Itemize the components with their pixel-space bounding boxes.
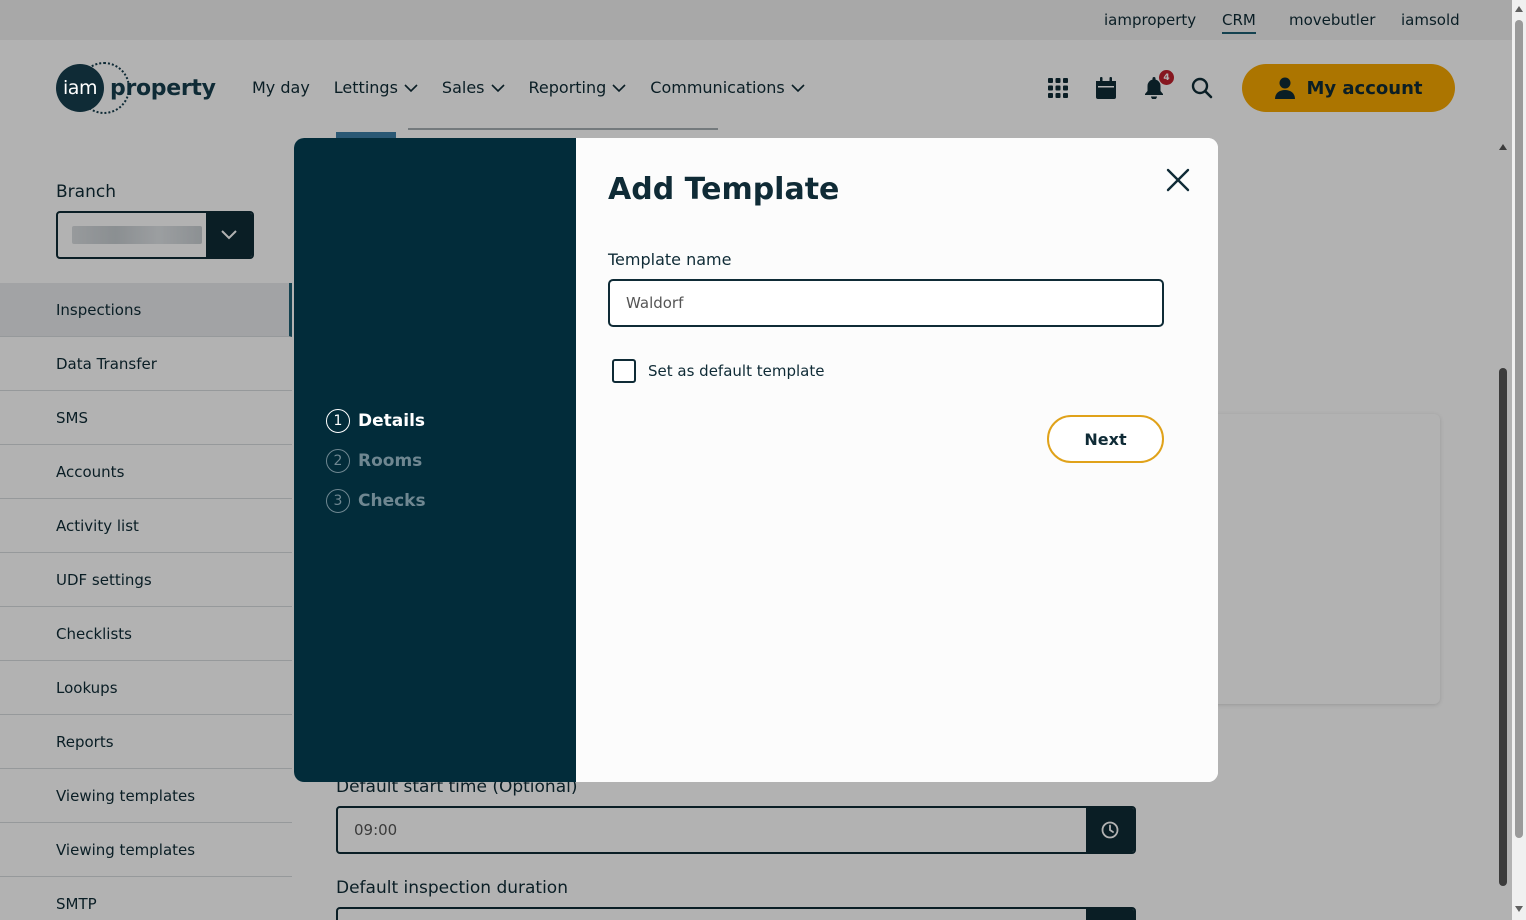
step-rooms: 2 Rooms bbox=[326, 449, 422, 473]
logo-circle: iam bbox=[56, 64, 104, 112]
step-number: 2 bbox=[326, 449, 350, 473]
add-template-modal: 1 Details 2 Rooms 3 Checks Add Template … bbox=[294, 138, 1218, 782]
step-number: 3 bbox=[326, 489, 350, 513]
step-checks: 3 Checks bbox=[326, 489, 426, 513]
next-button[interactable]: Next bbox=[1047, 415, 1164, 463]
step-details: 1 Details bbox=[326, 409, 425, 433]
step-label: Checks bbox=[358, 491, 426, 511]
scroll-up-icon[interactable] bbox=[1515, 4, 1523, 12]
step-label: Details bbox=[358, 411, 426, 431]
modal-form-panel: Add Template Template name Set as defaul… bbox=[576, 138, 1218, 782]
modal-steps-panel: 1 Details 2 Rooms 3 Checks bbox=[294, 138, 576, 782]
default-template-row[interactable]: Set as default template bbox=[612, 359, 824, 383]
default-template-label[interactable]: Set as default template bbox=[648, 362, 824, 380]
step-number: 1 bbox=[326, 409, 350, 433]
template-name-label: Template name bbox=[608, 250, 732, 269]
logo-text: property bbox=[110, 75, 216, 101]
close-icon[interactable] bbox=[1162, 164, 1194, 196]
default-template-checkbox[interactable] bbox=[612, 359, 636, 383]
page-scrollbar[interactable] bbox=[1512, 0, 1526, 920]
scroll-down-icon[interactable] bbox=[1515, 906, 1523, 914]
modal-title: Add Template bbox=[608, 172, 840, 207]
page-scroll-thumb[interactable] bbox=[1515, 20, 1523, 838]
step-label: Rooms bbox=[358, 451, 423, 471]
template-name-input[interactable] bbox=[608, 279, 1164, 327]
